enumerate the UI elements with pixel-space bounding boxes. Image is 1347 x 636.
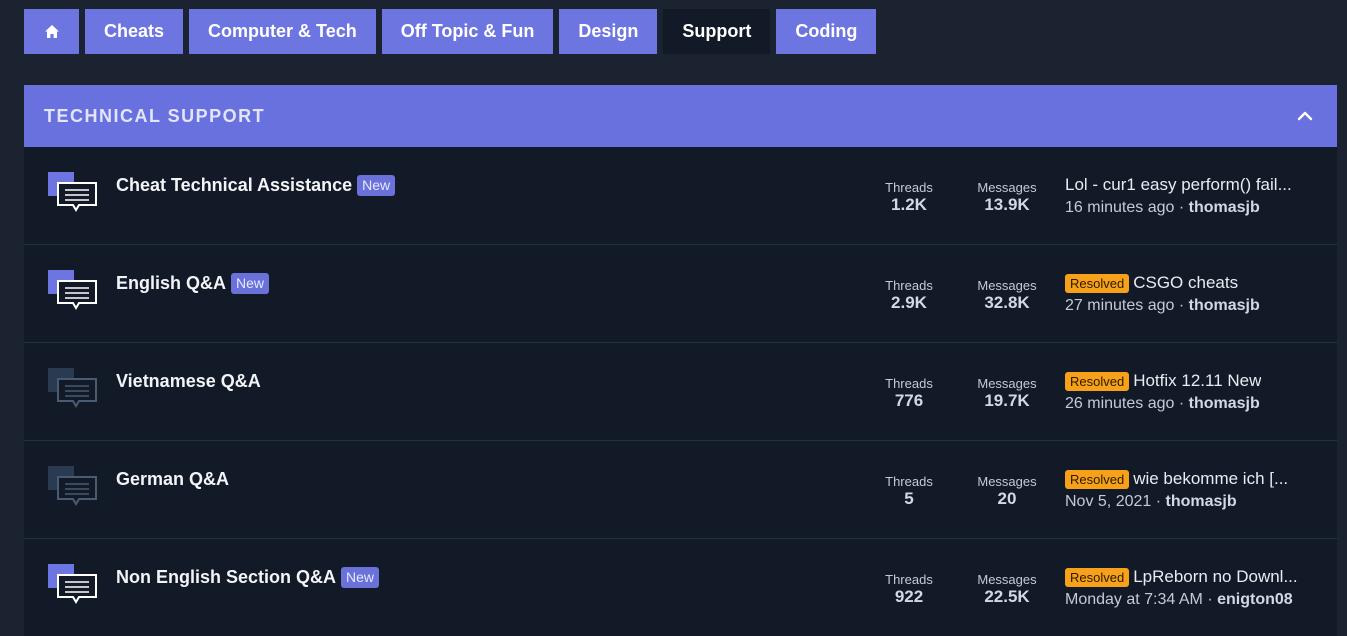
forum-chat-icon[interactable]: [48, 172, 98, 216]
threads-label: Threads: [885, 376, 933, 391]
separator-dot: ·: [1178, 199, 1185, 216]
forum-title[interactable]: Non English Section Q&A: [116, 567, 336, 588]
threads-count: 922: [894, 587, 924, 606]
forum-row: Cheat Technical Assistance New Threads 1…: [24, 147, 1337, 244]
threads-stat: Threads 776: [874, 376, 944, 410]
latest-post: Resolved CSGO cheats 27 minutes ago · th…: [1065, 272, 1315, 317]
latest-post-user[interactable]: enigton08: [1217, 591, 1293, 608]
forum-row: German Q&A Threads 5 Messages 20 Resolve…: [24, 440, 1337, 538]
forum-row: English Q&A New Threads 2.9K Messages 32…: [24, 244, 1337, 342]
resolved-badge: Resolved: [1065, 567, 1130, 587]
section-title[interactable]: TECHNICAL SUPPORT: [44, 106, 265, 127]
latest-post-user[interactable]: thomasjb: [1189, 199, 1260, 216]
technical-support-panel: TECHNICAL SUPPORT Cheat Technical Assist…: [24, 85, 1337, 636]
latest-post-time[interactable]: 16 minutes ago: [1065, 199, 1174, 216]
latest-post: Lol - cur1 easy perform() fail... 16 min…: [1065, 174, 1315, 219]
separator-dot: ·: [1178, 395, 1185, 412]
home-icon: [44, 25, 59, 38]
threads-label: Threads: [885, 572, 933, 587]
messages-stat: Messages 32.8K: [971, 278, 1043, 312]
latest-post-time[interactable]: Monday at 7:34 AM: [1065, 591, 1203, 608]
threads-count: 5: [904, 489, 914, 508]
messages-count: 32.8K: [984, 293, 1030, 312]
forum-title[interactable]: Vietnamese Q&A: [116, 371, 261, 392]
messages-stat: Messages 13.9K: [971, 180, 1043, 214]
forum-chat-icon[interactable]: [48, 270, 98, 314]
forum-chat-icon[interactable]: [48, 564, 98, 608]
messages-stat: Messages 20: [971, 474, 1043, 508]
nav-tab-design[interactable]: Design: [559, 9, 658, 54]
latest-post-user[interactable]: thomasjb: [1189, 297, 1260, 314]
threads-label: Threads: [885, 180, 933, 195]
latest-thread-title[interactable]: LpReborn no Downl...: [1133, 566, 1297, 588]
separator-dot: ·: [1155, 493, 1162, 510]
latest-post-user[interactable]: thomasjb: [1189, 395, 1260, 412]
messages-count: 19.7K: [984, 391, 1030, 410]
forum-chat-icon[interactable]: [48, 368, 98, 412]
latest-thread-title[interactable]: Lol - cur1 easy perform() fail...: [1065, 174, 1292, 196]
threads-stat: Threads 2.9K: [874, 278, 944, 312]
messages-count: 20: [997, 489, 1017, 508]
threads-count: 776: [894, 391, 924, 410]
new-badge: New: [231, 273, 270, 294]
new-badge: New: [341, 567, 380, 588]
resolved-badge: Resolved: [1065, 469, 1130, 489]
messages-count: 13.9K: [984, 195, 1030, 214]
collapse-button[interactable]: [1293, 104, 1317, 128]
latest-post-time[interactable]: 26 minutes ago: [1065, 395, 1174, 412]
messages-label: Messages: [977, 572, 1037, 587]
forum-title[interactable]: English Q&A: [116, 273, 226, 294]
threads-label: Threads: [885, 278, 933, 293]
threads-stat: Threads 5: [874, 474, 944, 508]
latest-thread-title[interactable]: wie bekomme ich [...: [1133, 468, 1288, 490]
new-badge: New: [357, 175, 396, 196]
forum-title[interactable]: German Q&A: [116, 469, 229, 490]
nav-tab-off-topic-fun[interactable]: Off Topic & Fun: [381, 9, 554, 54]
forum-row: Non English Section Q&A New Threads 922 …: [24, 538, 1337, 636]
latest-post: Resolved wie bekomme ich [... Nov 5, 202…: [1065, 468, 1315, 513]
latest-thread-title[interactable]: CSGO cheats: [1133, 272, 1238, 294]
messages-label: Messages: [977, 376, 1037, 391]
latest-thread-title[interactable]: Hotfix 12.11 New: [1133, 370, 1261, 392]
forum-chat-icon[interactable]: [48, 466, 98, 510]
latest-post: Resolved LpReborn no Downl... Monday at …: [1065, 566, 1315, 611]
messages-count: 22.5K: [984, 587, 1030, 606]
forum-list: Cheat Technical Assistance New Threads 1…: [24, 147, 1337, 636]
messages-stat: Messages 22.5K: [971, 572, 1043, 606]
latest-post-time[interactable]: Nov 5, 2021: [1065, 493, 1151, 510]
nav-tab-coding[interactable]: Coding: [776, 9, 877, 54]
threads-count: 2.9K: [891, 293, 927, 312]
section-header: TECHNICAL SUPPORT: [24, 85, 1337, 147]
forum-row: Vietnamese Q&A Threads 776 Messages 19.7…: [24, 342, 1337, 440]
threads-stat: Threads 1.2K: [874, 180, 944, 214]
resolved-badge: Resolved: [1065, 273, 1130, 293]
messages-label: Messages: [977, 180, 1037, 195]
nav-tab-computer-tech[interactable]: Computer & Tech: [189, 9, 376, 54]
messages-label: Messages: [977, 278, 1037, 293]
latest-post-user[interactable]: thomasjb: [1166, 493, 1237, 510]
top-nav: Cheats Computer & Tech Off Topic & Fun D…: [24, 9, 877, 54]
messages-stat: Messages 19.7K: [971, 376, 1043, 410]
latest-post-time[interactable]: 27 minutes ago: [1065, 297, 1174, 314]
separator-dot: ·: [1207, 591, 1213, 608]
latest-post: Resolved Hotfix 12.11 New 26 minutes ago…: [1065, 370, 1315, 415]
threads-stat: Threads 922: [874, 572, 944, 606]
forum-title[interactable]: Cheat Technical Assistance: [116, 175, 352, 196]
chevron-up-icon: [1297, 111, 1313, 121]
separator-dot: ·: [1178, 297, 1185, 314]
nav-tab-cheats[interactable]: Cheats: [85, 9, 184, 54]
nav-tab-support[interactable]: Support: [663, 9, 771, 54]
resolved-badge: Resolved: [1065, 371, 1130, 391]
messages-label: Messages: [977, 474, 1037, 489]
threads-label: Threads: [885, 474, 933, 489]
nav-tab-home[interactable]: [24, 9, 79, 54]
threads-count: 1.2K: [891, 195, 927, 214]
